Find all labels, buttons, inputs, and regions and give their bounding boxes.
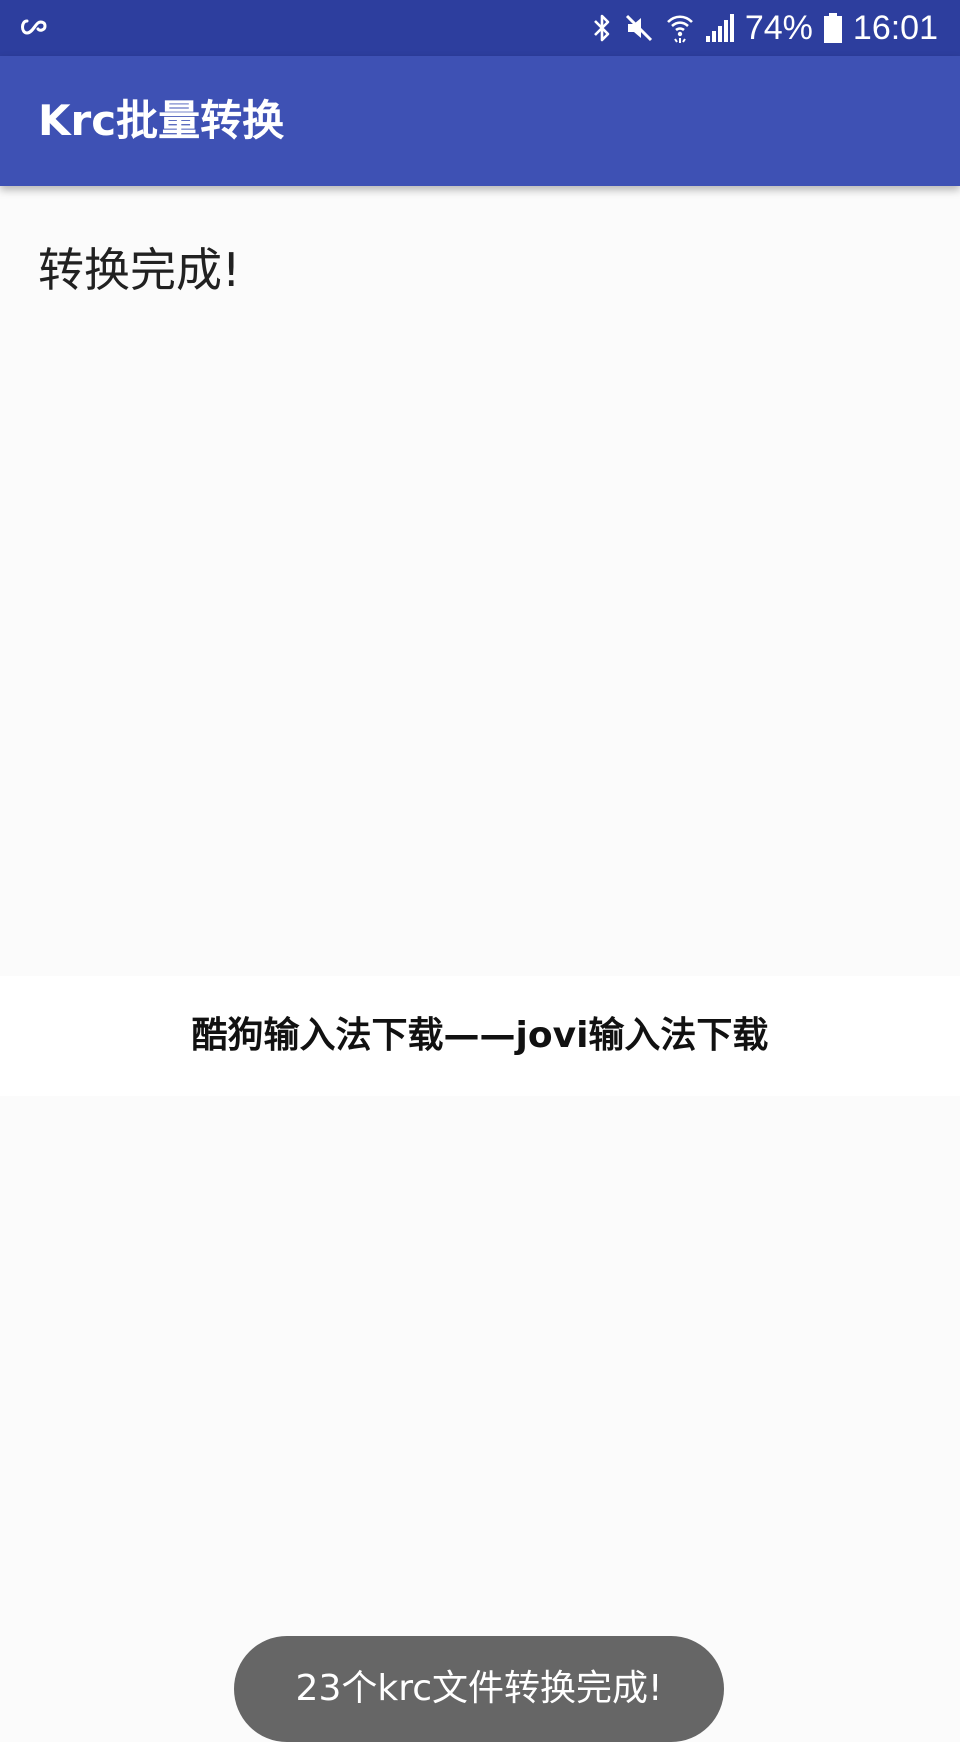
infinity-icon bbox=[18, 12, 52, 42]
status-icons: 74% 16:01 bbox=[591, 0, 938, 56]
main-content: 转换完成! 酷狗输入法下载——jovi输入法下载 23个krc文件转换完成! bbox=[0, 186, 960, 1742]
wifi-icon bbox=[665, 11, 695, 45]
mute-icon bbox=[623, 12, 655, 44]
watermark-band: 酷狗输入法下载——jovi输入法下载 bbox=[0, 976, 960, 1096]
battery-percentage: 74% bbox=[744, 9, 813, 47]
status-bar: 74% 16:01 bbox=[0, 0, 960, 56]
app-title: Krc批量转换 bbox=[38, 96, 285, 145]
bluetooth-icon bbox=[591, 12, 613, 44]
app-bar: Krc批量转换 bbox=[0, 56, 960, 186]
signal-icon bbox=[705, 12, 735, 44]
battery-icon bbox=[823, 12, 843, 44]
clock: 16:01 bbox=[852, 9, 938, 47]
conversion-result-text: 转换完成! bbox=[38, 243, 241, 297]
toast-message: 23个krc文件转换完成! bbox=[234, 1636, 724, 1742]
watermark-text: 酷狗输入法下载——jovi输入法下载 bbox=[191, 1015, 769, 1056]
